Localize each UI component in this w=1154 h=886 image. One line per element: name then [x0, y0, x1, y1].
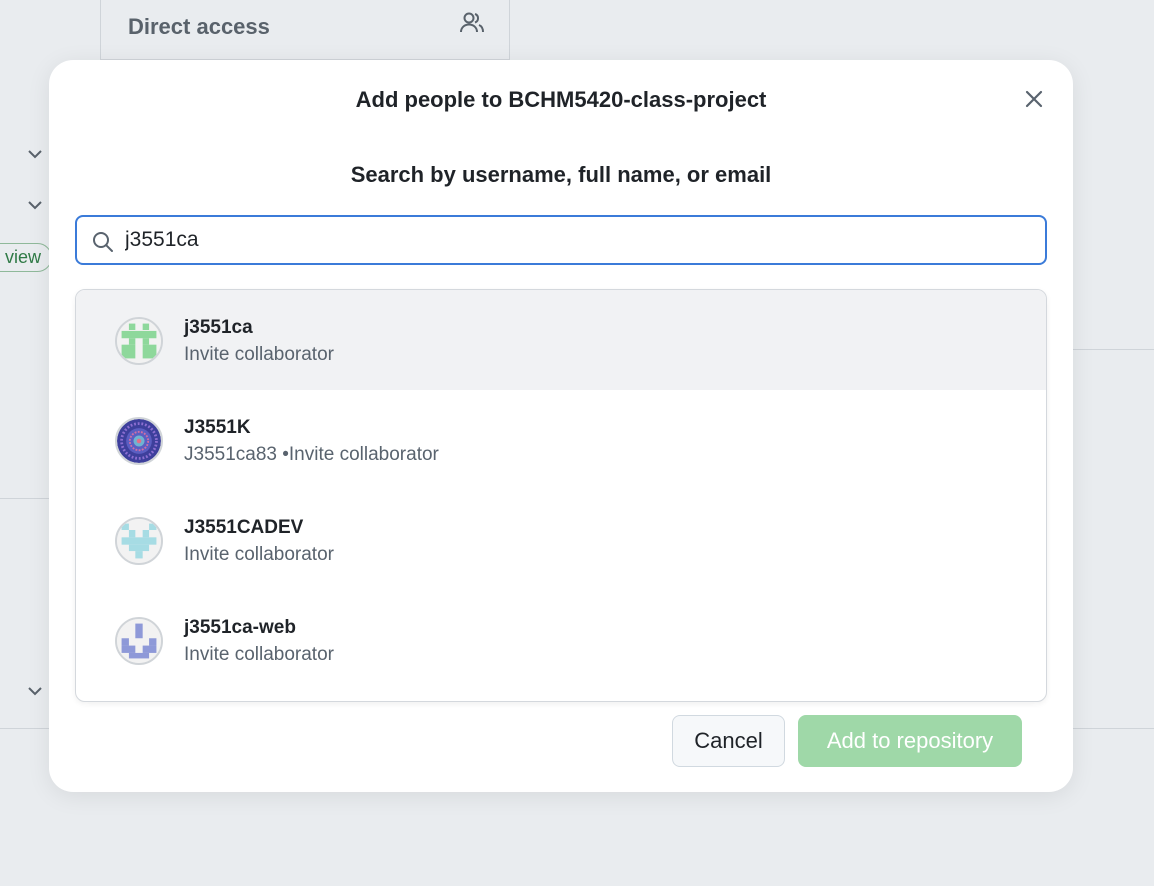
chevron-down-icon[interactable] [26, 682, 44, 700]
add-people-dialog: Add people to BCHM5420-class-project Sea… [49, 60, 1073, 792]
divider [1073, 728, 1154, 729]
result-username: J3551K [184, 417, 251, 438]
chevron-down-icon[interactable] [26, 145, 44, 163]
list-item[interactable]: J3551CADEV Invite collaborator [76, 490, 1046, 590]
avatar [115, 517, 163, 565]
divider [1073, 349, 1154, 350]
avatar [115, 317, 163, 365]
list-item[interactable]: j3551ca Invite collaborator [76, 290, 1046, 390]
list-item[interactable]: J3551K J3551ca83 •Invite collaborator [76, 390, 1046, 490]
result-subtitle: Invite collaborator [184, 644, 334, 665]
close-icon [1025, 90, 1043, 108]
result-username: j3551ca [184, 317, 253, 338]
avatar [115, 617, 163, 665]
search-input[interactable] [125, 226, 1025, 254]
cancel-button[interactable]: Cancel [672, 715, 785, 767]
dialog-title: Add people to BCHM5420-class-project [355, 87, 767, 112]
result-username: J3551CADEV [184, 517, 304, 538]
divider [0, 498, 49, 499]
add-to-repository-button[interactable]: Add to repository [798, 715, 1022, 767]
result-subtitle: J3551ca83 •Invite collaborator [184, 444, 439, 465]
direct-access-title: Direct access [128, 14, 270, 39]
close-button[interactable] [1021, 86, 1047, 112]
search-results-list: j3551ca Invite collaborator J3551K J3551… [75, 289, 1047, 702]
search-field[interactable] [75, 215, 1047, 265]
divider [0, 728, 49, 729]
search-icon [93, 232, 113, 252]
people-icon [460, 12, 484, 33]
result-subtitle: Invite collaborator [184, 544, 334, 565]
chevron-down-icon[interactable] [26, 196, 44, 214]
result-subtitle: Invite collaborator [184, 344, 334, 365]
review-pill[interactable]: view [0, 243, 53, 272]
list-item[interactable]: j3551ca-web Invite collaborator [76, 590, 1046, 690]
avatar [115, 417, 163, 465]
search-heading: Search by username, full name, or email [350, 162, 772, 187]
result-username: j3551ca-web [184, 617, 296, 638]
direct-access-panel: Direct access [100, 0, 510, 60]
